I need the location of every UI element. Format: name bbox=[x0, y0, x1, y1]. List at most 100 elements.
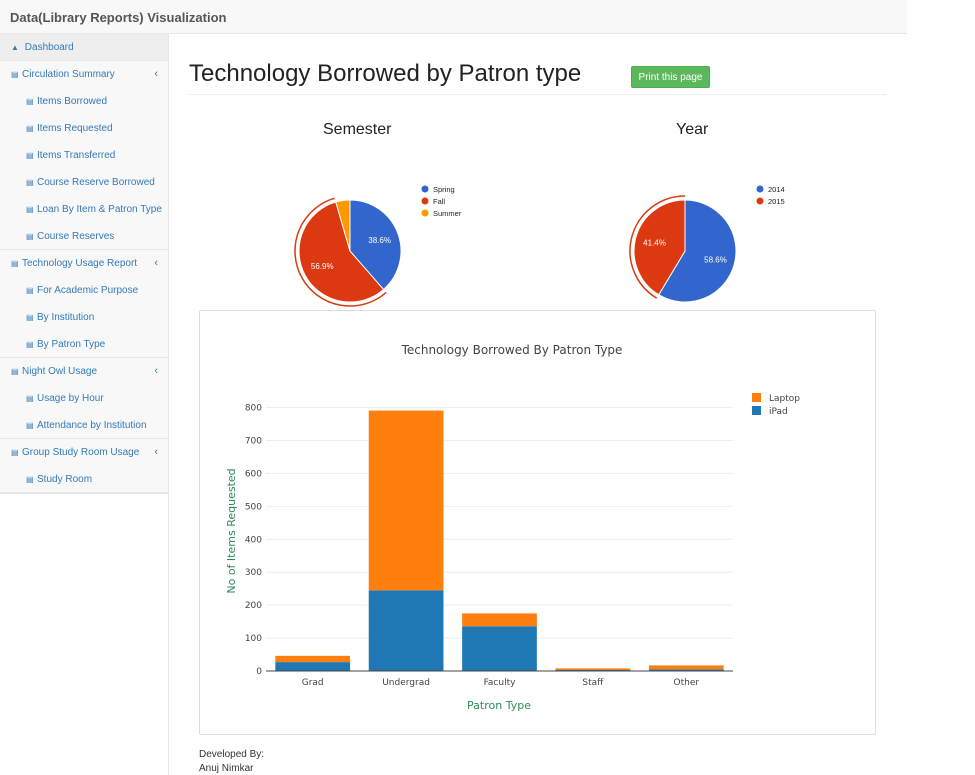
sidebar-item-course-reserve-borrowed[interactable]: ▤ Course Reserve Borrowed bbox=[0, 169, 168, 196]
sidebar-item-items-requested[interactable]: ▤ Items Requested bbox=[0, 115, 168, 142]
year-pie-chart: 58.6% 41.4% 2014 2015 bbox=[629, 185, 785, 303]
legend-label-laptop: Laptop bbox=[769, 394, 800, 404]
sidebar-item-label: Study Room bbox=[37, 474, 93, 485]
legend-label-2014: 2014 bbox=[768, 185, 785, 194]
x-tick-label: Undergrad bbox=[382, 678, 430, 688]
sidebar-item-label: Course Reserves bbox=[37, 231, 115, 242]
sidebar-item-label: Dashboard bbox=[24, 42, 74, 53]
legend-label-2015: 2015 bbox=[768, 197, 785, 206]
legend-label-summer: Summer bbox=[433, 209, 462, 218]
sidebar-item-label: Night Owl Usage bbox=[22, 366, 98, 377]
bar-faculty-ipad bbox=[462, 626, 537, 671]
sidebar-item-technology-usage-report[interactable]: ▤ Technology Usage Report ‹ bbox=[0, 250, 168, 277]
bar-grad-ipad bbox=[275, 662, 351, 671]
sidebar-item-label: For Academic Purpose bbox=[37, 285, 139, 296]
developed-by-label: Developed By: bbox=[199, 749, 265, 760]
bar-chart-icon: ▤ bbox=[26, 151, 34, 160]
app-title[interactable]: Data(Library Reports) Visualization bbox=[10, 10, 226, 25]
bar-chart-icon: ▤ bbox=[26, 178, 34, 187]
x-tick-label: Grad bbox=[302, 678, 324, 688]
sidebar-item-label: Usage by Hour bbox=[37, 393, 104, 404]
legend-swatch-spring bbox=[421, 185, 429, 193]
bar-chart-icon: ▤ bbox=[26, 313, 34, 322]
y-tick-label: 600 bbox=[245, 469, 262, 479]
y-axis-title: No of Items Requested bbox=[225, 468, 238, 593]
x-axis-title: Patron Type bbox=[467, 699, 531, 712]
bar-chart-icon: ▤ bbox=[26, 394, 34, 403]
bar-undergrad-ipad bbox=[368, 590, 444, 671]
sidebar-item-usage-by-hour[interactable]: ▤ Usage by Hour bbox=[0, 385, 168, 412]
y-tick-label: 800 bbox=[245, 404, 262, 414]
chevron-left-icon[interactable]: ‹ bbox=[154, 61, 158, 88]
semester-chart-title: Semester bbox=[323, 121, 392, 138]
y-tick-label: 400 bbox=[245, 535, 262, 545]
bar-faculty-laptop bbox=[462, 613, 537, 627]
bar-undergrad-laptop bbox=[368, 410, 444, 591]
footer: Developed By: Anuj Nimkar bbox=[199, 748, 264, 775]
legend-swatch-2015 bbox=[756, 197, 764, 205]
legend-label-spring: Spring bbox=[433, 185, 455, 194]
legend-swatch-2014 bbox=[756, 185, 764, 193]
pie-data-label: 38.6% bbox=[368, 236, 391, 245]
sidebar-item-label: Course Reserve Borrowed bbox=[37, 177, 155, 188]
bar-chart-icon: ▤ bbox=[11, 70, 19, 79]
bar-chart-icon: ▤ bbox=[26, 232, 34, 241]
bar-chart-panel: Technology Borrowed By Patron Type 0 100 20… bbox=[199, 310, 876, 735]
sidebar-item-night-owl-usage[interactable]: ▤ Night Owl Usage ‹ bbox=[0, 358, 168, 385]
bar-chart-icon: ▤ bbox=[26, 124, 34, 133]
bar-chart-icon: ▤ bbox=[26, 286, 34, 295]
x-tick-label: Staff bbox=[582, 678, 604, 688]
page-title: Technology Borrowed by Patron type bbox=[189, 60, 582, 87]
sidebar-item-label: Items Borrowed bbox=[37, 96, 108, 107]
sidebar-item-by-institution[interactable]: ▤ By Institution bbox=[0, 304, 168, 331]
chevron-left-icon[interactable]: ‹ bbox=[154, 250, 158, 277]
chevron-left-icon[interactable]: ‹ bbox=[154, 358, 158, 385]
print-button[interactable]: Print this page bbox=[631, 66, 710, 88]
sidebar-item-study-room[interactable]: ▤ Study Room bbox=[0, 466, 168, 493]
sidebar-item-label: Technology Usage Report bbox=[22, 258, 138, 269]
y-tick-label: 100 bbox=[245, 634, 262, 644]
sidebar-item-loan-by-item-and-patron-type[interactable]: ▤ Loan By Item & Patron Type bbox=[0, 196, 168, 223]
bar-chart-icon: ▤ bbox=[26, 205, 34, 214]
title-divider bbox=[189, 94, 886, 95]
legend-swatch-ipad bbox=[752, 406, 761, 415]
sidebar-item-circulation-summary[interactable]: ▤ Circulation Summary ‹ bbox=[0, 61, 168, 88]
sidebar-item-label: By Patron Type bbox=[37, 339, 106, 350]
sidebar-item-items-transferred[interactable]: ▤ Items Transferred bbox=[0, 142, 168, 169]
bar-chart-icon: ▤ bbox=[11, 259, 19, 268]
bar-chart-icon: ▤ bbox=[26, 340, 34, 349]
sidebar-nav: ▲ Dashboard ▤ Circulation Summary ‹ ▤ Items … bbox=[0, 34, 168, 494]
x-tick-label: Other bbox=[674, 678, 700, 688]
sidebar-item-label: By Institution bbox=[37, 312, 95, 323]
bar-chart-icon: ▤ bbox=[11, 448, 19, 457]
developer-name: Anuj Nimkar bbox=[199, 763, 254, 774]
sidebar-item-for-academic-purpose[interactable]: ▤ For Academic Purpose bbox=[0, 277, 168, 304]
legend-label-fall: Fall bbox=[433, 197, 445, 206]
chevron-left-icon[interactable]: ‹ bbox=[154, 439, 158, 466]
sidebar-item-dashboard[interactable]: ▲ Dashboard bbox=[0, 34, 168, 61]
main-content: Technology Borrowed by Patron type Print… bbox=[170, 34, 907, 775]
semester-pie-chart: 38.6% 56.9% Spring Fall Summer bbox=[294, 185, 462, 307]
bar-chart-title: Technology Borrowed By Patron Type bbox=[401, 343, 623, 357]
pie-data-label: 56.9% bbox=[311, 262, 334, 271]
bar-other-laptop bbox=[648, 665, 724, 670]
sidebar-item-group-study-room-usage[interactable]: ▤ Group Study Room Usage ‹ bbox=[0, 439, 168, 466]
sidebar-item-by-patron-type[interactable]: ▤ By Patron Type bbox=[0, 331, 168, 358]
pie-data-label: 58.6% bbox=[704, 255, 727, 264]
y-tick-label: 0 bbox=[256, 667, 262, 677]
sidebar-item-course-reserves[interactable]: ▤ Course Reserves bbox=[0, 223, 168, 250]
pie-data-label: 41.4% bbox=[643, 239, 666, 248]
sidebar-item-label: Group Study Room Usage bbox=[22, 447, 140, 458]
sidebar-item-attendance-by-institution[interactable]: ▤ Attendance by Institution bbox=[0, 412, 168, 439]
bar-chart-icon: ▤ bbox=[26, 421, 34, 430]
sidebar-item-items-borrowed[interactable]: ▤ Items Borrowed bbox=[0, 88, 168, 115]
sidebar-item-label: Circulation Summary bbox=[22, 69, 115, 80]
sidebar: ▲ Dashboard ▤ Circulation Summary ‹ ▤ Items … bbox=[0, 34, 169, 775]
legend-swatch-fall bbox=[421, 197, 429, 205]
y-tick-label: 500 bbox=[245, 502, 262, 512]
bar-chart-icon: ▤ bbox=[26, 97, 34, 106]
legend-swatch-summer bbox=[421, 209, 429, 217]
bar-chart-icon: ▤ bbox=[26, 475, 34, 484]
sidebar-item-label: Items Requested bbox=[37, 123, 113, 134]
sidebar-item-label: Loan By Item & Patron Type bbox=[37, 204, 162, 215]
